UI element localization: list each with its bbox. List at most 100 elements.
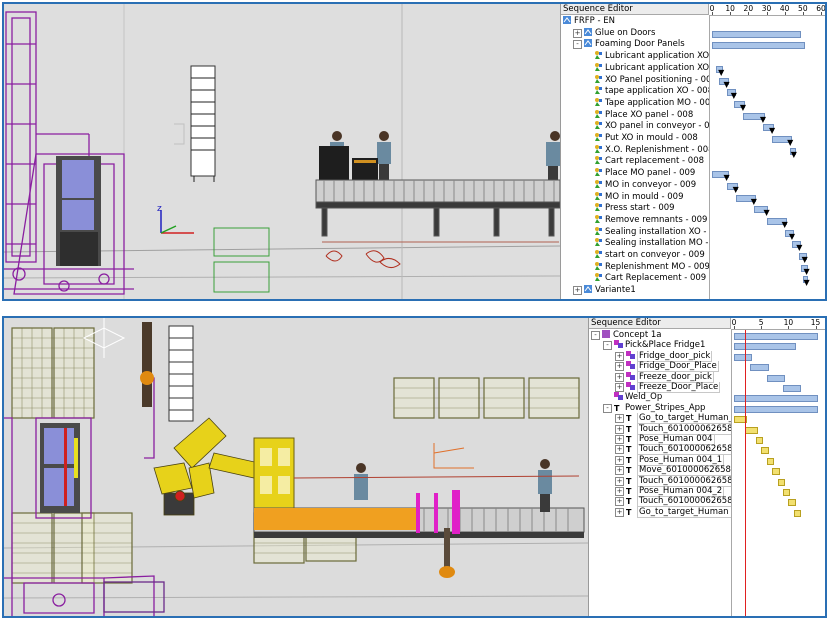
gantt-bar[interactable] (734, 395, 818, 403)
expand-toggle[interactable]: + (615, 507, 624, 517)
expand-toggle[interactable]: + (573, 286, 582, 296)
top-3d-viewport[interactable]: z (4, 4, 560, 300)
operation-row[interactable]: +T Touch_60100006265884/A' (589, 475, 731, 487)
gantt-bar[interactable] (734, 405, 818, 413)
gantt-bar[interactable] (766, 374, 785, 382)
gantt-bar[interactable] (772, 468, 780, 476)
sequence-editor-title: Sequence Editor (589, 318, 731, 329)
expand-toggle[interactable]: + (615, 476, 624, 486)
expand-toggle[interactable]: + (615, 435, 624, 444)
gantt-bar[interactable] (712, 42, 805, 50)
operation-row[interactable]: + T Pose_Human 004 (589, 434, 731, 445)
gantt-bar[interactable] (761, 447, 769, 455)
operation-row[interactable]: +T Move_60100006265887/A1 (589, 465, 731, 477)
T-task-icon: T (626, 507, 632, 517)
sequence-icon (563, 16, 572, 24)
expand-toggle[interactable]: + (615, 414, 624, 424)
expand-toggle[interactable]: + (615, 351, 624, 361)
link-arrow-icon: ▼ (796, 243, 803, 253)
operation-row[interactable]: Sealing installation MO - 009 (561, 238, 709, 249)
operation-row[interactable]: + Fridge_door_pick (589, 350, 731, 362)
time-tick-mark (766, 12, 768, 15)
bottom-3d-viewport[interactable] (4, 318, 588, 618)
gantt-bar[interactable] (712, 30, 802, 38)
bottom-operation-tree[interactable]: - Concept 1a - Pick&Place Fridge1 + Fridge_do… (589, 330, 732, 616)
operation-row[interactable]: Tape application MO - 008 (561, 97, 709, 109)
operation-row[interactable]: + Glue on Doors (561, 27, 709, 39)
operation-row[interactable]: Sealing installation XO - 009 (561, 226, 709, 238)
expand-toggle[interactable]: + (615, 497, 624, 507)
operation-row[interactable]: Lubricant application XO no (561, 62, 709, 74)
operation-row[interactable]: + Variante1 (561, 285, 709, 296)
operation-row[interactable]: Lubricant application XO no (561, 51, 709, 62)
operation-row[interactable]: - T Power_Stripes_App (589, 403, 731, 414)
operation-row[interactable]: - Pick&Place Fridge1 (589, 340, 731, 351)
top-gantt-chart[interactable]: 0 10 20 30 40 50 60 ▼ ▼ ▼ ▼ ▼ ▼ ▼ ▼ ▼ ▼ ▼ ▼ ▼ ▼ ▼ ▼ ▼ ▼ (709, 4, 825, 299)
operation-row[interactable]: + Fridge_Door_Place (589, 361, 731, 373)
operation-row[interactable]: XO Panel positioning - 008 (561, 74, 709, 86)
collapse-toggle[interactable]: - (603, 403, 612, 413)
expand-toggle[interactable]: + (615, 362, 624, 372)
human-operation-icon (594, 250, 603, 258)
operation-row[interactable]: tape application XO - 008 (561, 86, 709, 97)
operation-row[interactable]: +T Touch_60100006265884/A' (589, 423, 731, 435)
operation-row[interactable]: MO in conveyor - 009 (561, 179, 709, 191)
gantt-bar[interactable] (744, 426, 758, 434)
expand-toggle[interactable]: + (615, 372, 624, 382)
operation-label: Foaming Door Panels (595, 39, 685, 50)
human-operation-icon (594, 62, 603, 71)
gantt-bar[interactable] (788, 499, 796, 507)
operation-row[interactable]: - Foaming Door Panels (561, 39, 709, 50)
operation-row[interactable]: - Concept 1a (589, 330, 731, 341)
operation-row[interactable]: Place XO panel - 008 (561, 109, 709, 121)
gantt-bar[interactable] (734, 333, 818, 340)
expand-toggle[interactable]: + (615, 424, 624, 434)
gantt-bar[interactable] (750, 364, 769, 372)
gantt-bar[interactable] (793, 509, 802, 517)
gantt-bar[interactable] (782, 385, 802, 392)
gantt-bar[interactable] (766, 457, 775, 465)
operation-row[interactable]: +T Go_to_target_Human_004 (589, 413, 731, 425)
operation-row[interactable]: Replenishment MO - 009 (561, 261, 709, 273)
operation-row[interactable]: X.O. Replenishment - 008 (561, 144, 709, 156)
operation-row[interactable]: + Freeze_door_pick (589, 371, 731, 383)
operation-row[interactable]: + Freeze_Door_Place (589, 382, 731, 393)
gantt-bar[interactable] (777, 478, 785, 486)
expand-toggle[interactable]: + (615, 455, 624, 465)
operation-row[interactable]: MO in mould - 009 (561, 191, 709, 203)
operation-label: Remove remnants - 009 (605, 214, 708, 225)
gantt-bar[interactable] (734, 353, 753, 361)
operation-row[interactable]: Remove remnants - 009 (561, 214, 709, 226)
operation-row[interactable]: +T Go_to_target_Human 004 (589, 506, 731, 518)
robot-operation-icon (614, 340, 623, 349)
collapse-toggle[interactable]: - (591, 331, 600, 340)
expand-toggle[interactable]: + (615, 466, 624, 476)
operation-row[interactable]: Cart Replacement - 009 (561, 273, 709, 284)
operation-row[interactable]: +T Touch_60100006265885/A' (589, 496, 731, 508)
expand-toggle[interactable]: + (615, 383, 624, 392)
operation-row[interactable]: FRFP - EN (561, 16, 709, 27)
expand-toggle[interactable]: + (615, 445, 624, 455)
robot-pedestal-left (140, 322, 154, 407)
bottom-gantt-chart[interactable]: 0 5 10 15 (731, 318, 825, 616)
operation-row[interactable]: +T Touch_60100006265884/A' (589, 444, 731, 456)
operation-row[interactable]: Press start - 009 (561, 203, 709, 214)
operation-row[interactable]: Place MO panel - 009 (561, 168, 709, 179)
operation-row[interactable]: Put XO in mould - 008 (561, 133, 709, 144)
expand-toggle[interactable]: + (615, 487, 624, 496)
gantt-bar[interactable] (734, 343, 796, 351)
operation-label: Weld_Op (625, 392, 663, 403)
operation-row[interactable]: XO panel in conveyor - 008 (561, 121, 709, 132)
time-cursor[interactable] (744, 330, 746, 616)
gantt-bar[interactable] (755, 437, 764, 444)
operation-row[interactable]: Weld_Op (589, 392, 731, 403)
operation-row[interactable]: Cart replacement - 008 (561, 156, 709, 167)
collapse-toggle[interactable]: - (603, 341, 612, 351)
gantt-bar[interactable] (782, 489, 791, 496)
operation-row[interactable]: + T Pose_Human 004_1 (589, 454, 731, 466)
collapse-toggle[interactable]: - (573, 40, 582, 50)
operation-row[interactable]: start on conveyor - 009 (561, 250, 709, 261)
operation-row[interactable]: + T Pose_Human 004_2 (589, 486, 731, 497)
expand-toggle[interactable]: + (573, 28, 582, 38)
top-operation-tree[interactable]: FRFP - EN + Glue on Doors - Foaming Door Pan… (561, 16, 710, 299)
